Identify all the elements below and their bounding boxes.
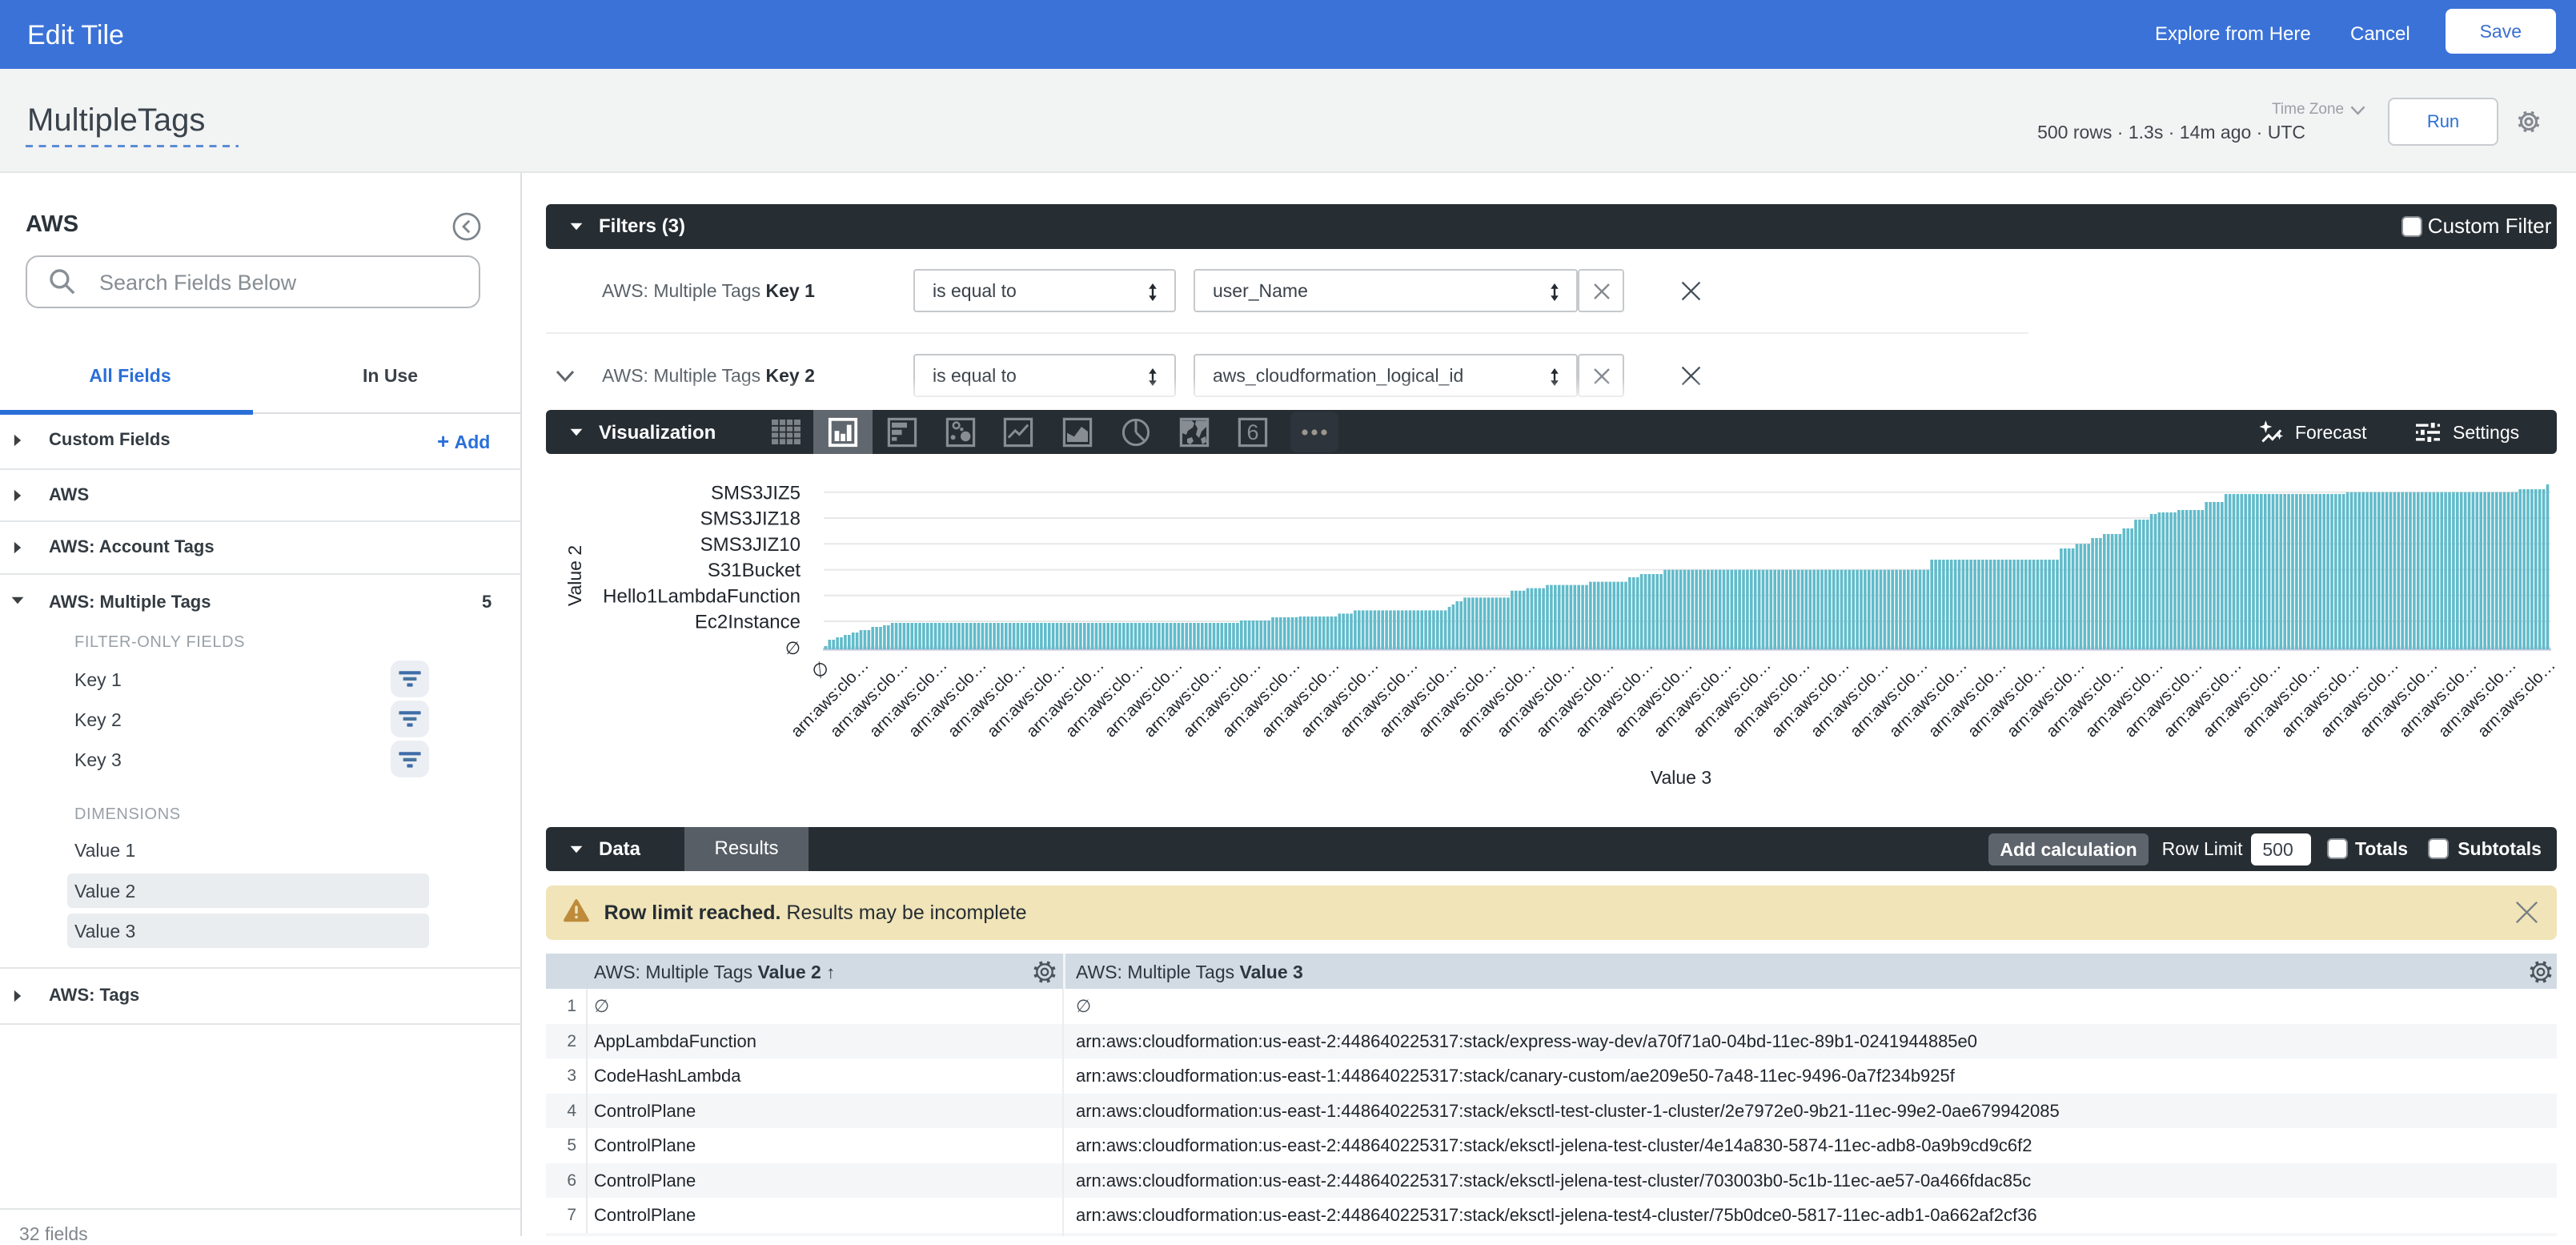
svg-text:Ec2Instance: Ec2Instance: [695, 612, 800, 633]
svg-text:∅: ∅: [807, 657, 833, 683]
svg-text:SMS3JIZ18: SMS3JIZ18: [700, 508, 800, 530]
svg-text:SMS3JIZ5: SMS3JIZ5: [711, 482, 800, 504]
svg-text:Hello1LambdaFunction: Hello1LambdaFunction: [603, 585, 800, 607]
svg-text:Value 3: Value 3: [1651, 767, 1711, 788]
svg-text:S31Bucket: S31Bucket: [708, 560, 800, 581]
svg-text:SMS3JIZ10: SMS3JIZ10: [700, 534, 800, 556]
svg-text:∅: ∅: [785, 638, 800, 658]
svg-text:Value 2: Value 2: [564, 545, 585, 606]
svg-text:6: 6: [1246, 420, 1258, 444]
